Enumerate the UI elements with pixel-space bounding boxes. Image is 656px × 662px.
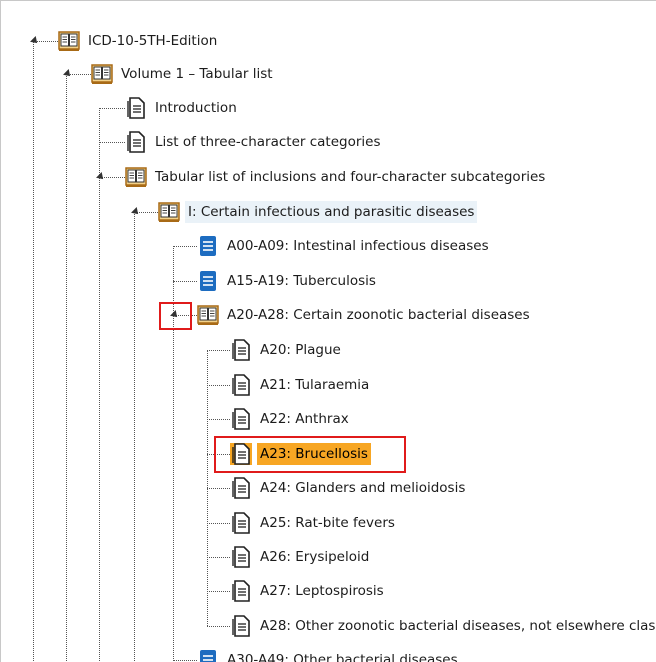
document-page-icon <box>230 580 252 602</box>
tree-node-introduction[interactable]: Introduction <box>125 95 240 121</box>
tree-node-label: A15-A19: Tuberculosis <box>227 273 376 289</box>
tree-connector-line <box>173 660 197 661</box>
document-page-icon <box>125 97 147 119</box>
document-page-icon <box>230 512 252 534</box>
tree-node-root[interactable]: ICD-10-5TH-Edition <box>58 28 220 54</box>
document-page-icon <box>230 339 252 361</box>
tree-connector-line <box>33 41 34 662</box>
document-page-icon <box>230 374 252 396</box>
tree-node-label: A22: Anthrax <box>260 411 349 427</box>
tree-node-three-char[interactable]: List of three-character categories <box>125 129 383 155</box>
open-book-icon <box>125 166 147 188</box>
expand-toggle-chapter1[interactable] <box>130 208 139 217</box>
tree-node-label: A30-A49: Other bacterial diseases <box>227 652 458 662</box>
tree-connector-line <box>134 212 135 662</box>
tree-node-label: A20-A28: Certain zoonotic bacterial dise… <box>227 307 530 323</box>
tree-node-label: A24: Glanders and melioidosis <box>260 480 466 496</box>
tree-node-label: List of three-character categories <box>155 134 381 150</box>
tree-node-a26[interactable]: A26: Erysipeloid <box>230 544 372 570</box>
open-book-icon <box>58 30 80 52</box>
tree-node-label: ICD-10-5TH-Edition <box>88 33 218 49</box>
tree-node-tabular[interactable]: Tabular list of inclusions and four-char… <box>125 164 548 190</box>
tree-node-chapter1[interactable]: I: Certain infectious and parasitic dise… <box>158 199 478 225</box>
open-book-icon <box>197 304 219 326</box>
tree-node-a20i[interactable]: A20: Plague <box>230 337 344 363</box>
document-page-icon <box>230 443 252 465</box>
tree-connector-line <box>207 385 230 386</box>
tree-node-a21[interactable]: A21: Tularaemia <box>230 372 372 398</box>
tree-connector-line <box>99 108 100 662</box>
open-book-icon <box>158 201 180 223</box>
expand-toggle-tabular[interactable] <box>95 173 104 182</box>
tree-connector-line <box>99 108 125 109</box>
blue-document-icon <box>197 235 219 257</box>
expand-toggle-volume[interactable] <box>62 70 71 79</box>
tree-node-a24[interactable]: A24: Glanders and melioidosis <box>230 475 468 501</box>
tree-connector-line <box>207 350 230 351</box>
tree-connector-line <box>207 419 230 420</box>
tree-connector-line <box>99 142 125 143</box>
document-page-icon <box>230 408 252 430</box>
tree-node-label: A20: Plague <box>260 342 341 358</box>
tree-node-a15[interactable]: A15-A19: Tuberculosis <box>197 268 379 294</box>
tree-connector-line <box>207 557 230 558</box>
blue-document-icon <box>197 270 219 292</box>
tree-connector-line <box>207 626 230 627</box>
tree-connector-line <box>207 591 230 592</box>
document-page-icon <box>125 131 147 153</box>
tree-connector-line <box>173 246 174 662</box>
expand-toggle-root[interactable] <box>29 37 38 46</box>
document-page-icon <box>230 477 252 499</box>
open-book-icon <box>91 63 113 85</box>
tree-node-a28[interactable]: A28: Other zoonotic bacterial diseases, … <box>230 613 656 639</box>
tree-node-label: A23: Brucellosis <box>257 443 371 465</box>
document-page-icon <box>230 546 252 568</box>
tree-view: ICD-10-5TH-Edition Volume 1 – Tabular lis… <box>1 1 656 662</box>
tree-node-a23[interactable]: A23: Brucellosis <box>230 441 371 467</box>
tree-node-a22[interactable]: A22: Anthrax <box>230 406 352 432</box>
tree-connector-line <box>207 488 230 489</box>
tree-node-label: A26: Erysipeloid <box>260 549 370 565</box>
tree-connector-line <box>66 74 67 662</box>
tree-node-a00[interactable]: A00-A09: Intestinal infectious diseases <box>197 233 492 259</box>
tree-connector-line <box>173 281 197 282</box>
tree-connector-line <box>207 454 230 455</box>
tree-node-label: A00-A09: Intestinal infectious diseases <box>227 238 489 254</box>
tree-node-a25[interactable]: A25: Rat-bite fevers <box>230 510 398 536</box>
tree-node-label: A27: Leptospirosis <box>260 583 384 599</box>
tree-connector-line <box>207 523 230 524</box>
tree-node-label: Volume 1 – Tabular list <box>121 66 273 82</box>
tree-node-label: Introduction <box>155 100 237 116</box>
tree-node-label: A28: Other zoonotic bacterial diseases, … <box>260 618 656 634</box>
tree-node-volume[interactable]: Volume 1 – Tabular list <box>91 61 276 87</box>
tree-node-a27[interactable]: A27: Leptospirosis <box>230 578 387 604</box>
tree-node-a20[interactable]: A20-A28: Certain zoonotic bacterial dise… <box>197 302 533 328</box>
expand-toggle-a20[interactable] <box>169 311 178 320</box>
tree-node-label: I: Certain infectious and parasitic dise… <box>185 201 478 223</box>
tree-node-label: A21: Tularaemia <box>260 377 370 393</box>
tree-panel: ICD-10-5TH-Edition Volume 1 – Tabular lis… <box>0 0 656 662</box>
tree-node-label: Tabular list of inclusions and four-char… <box>155 169 546 185</box>
tree-connector-line <box>173 246 197 247</box>
blue-document-icon <box>197 649 219 662</box>
tree-node-a30[interactable]: A30-A49: Other bacterial diseases <box>197 647 461 662</box>
document-page-icon <box>230 615 252 637</box>
tree-node-label: A25: Rat-bite fevers <box>260 515 395 531</box>
